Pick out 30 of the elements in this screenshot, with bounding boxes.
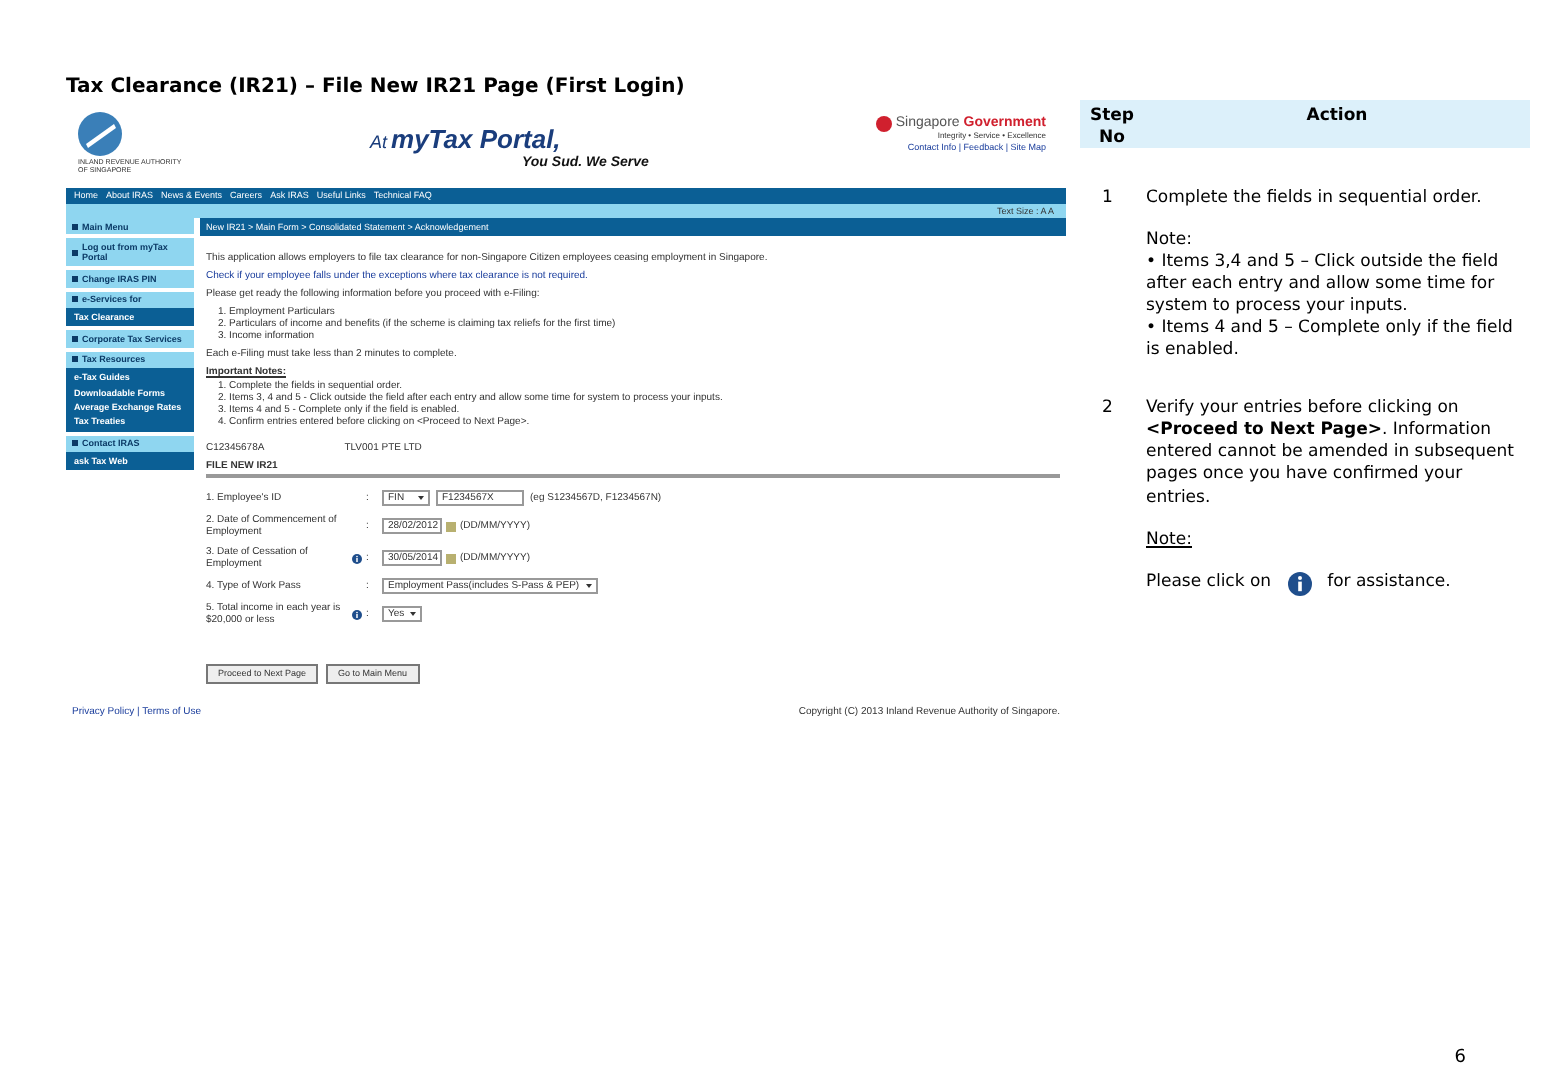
column-header: Action bbox=[1304, 106, 1370, 130]
caret-icon bbox=[585, 584, 592, 589]
step-number: 2 bbox=[1100, 398, 1115, 423]
assistance-text: for assistance. bbox=[1327, 572, 1451, 595]
step-text: Verify your entries before clicking on <Proceed to Next Page>. Information entered cannot be amended in subsequent pages once you have confirmed your entries. bbox=[1146, 398, 1516, 510]
caret-icon bbox=[418, 496, 424, 501]
square-bullet-icon bbox=[72, 223, 78, 230]
column-header: Step No bbox=[1087, 106, 1137, 148]
square-bullet-icon bbox=[72, 440, 78, 447]
square-bullet-icon bbox=[72, 249, 78, 256]
page-number: 6 bbox=[1454, 1045, 1466, 1071]
square-bullet-icon bbox=[72, 336, 78, 343]
caret-icon bbox=[410, 612, 417, 617]
calendar-icon[interactable] bbox=[446, 553, 456, 564]
note-text: • Items 3,4 and 5 – Click outside the field after each entry and allow some time for system to process your inputs. bbox=[1146, 252, 1501, 319]
tagline-prefix: At bbox=[370, 132, 388, 154]
agency-logo-icon bbox=[78, 112, 122, 156]
step-number: 1 bbox=[1100, 188, 1115, 212]
document-title: Tax Clearance (IR21) – File New IR21 Page (First Login) bbox=[66, 76, 685, 98]
note-title: Note: bbox=[1146, 230, 1194, 253]
note-text: • Items 4 and 5 – Complete only if the field is enabled. bbox=[1146, 318, 1515, 363]
info-icon bbox=[1287, 571, 1312, 596]
step-text: Complete the fields in sequential order. bbox=[1146, 188, 1484, 211]
square-bullet-icon bbox=[72, 296, 78, 303]
portal-name: myTax Portal, bbox=[391, 124, 561, 155]
square-bullet-icon bbox=[72, 275, 78, 282]
square-bullet-icon bbox=[72, 356, 78, 363]
calendar-icon[interactable] bbox=[446, 521, 456, 532]
assistance-text: Please click on bbox=[1146, 572, 1272, 595]
note-title: Note: bbox=[1146, 529, 1194, 552]
